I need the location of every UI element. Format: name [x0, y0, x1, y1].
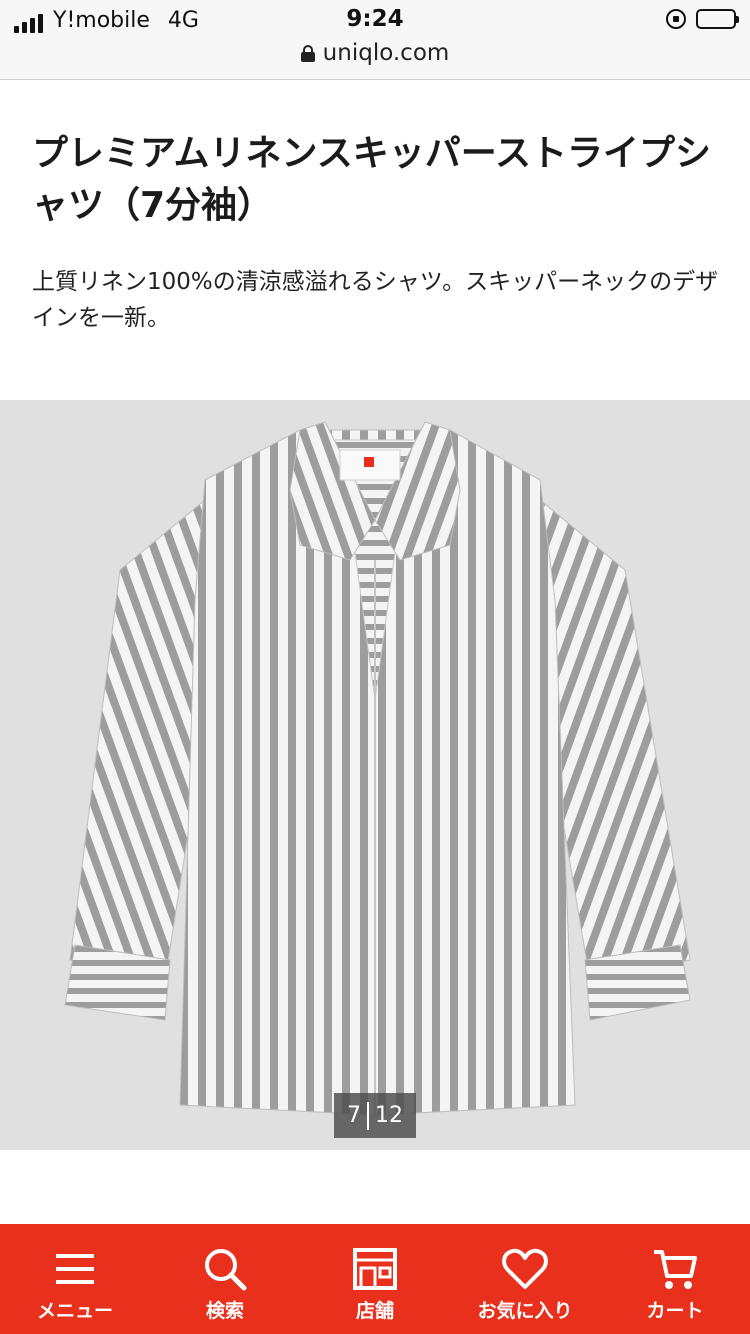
product-image-gallery[interactable] [0, 400, 750, 1150]
product-description: 上質リネン100%の清涼感溢れるシャツ。スキッパーネックのデザインを一新。 [32, 269, 719, 331]
status-bar: Y!mobile 4G 9:24 uniqlo.com [0, 0, 750, 80]
image-counter-current: 7 [347, 1103, 361, 1128]
nav-item-menu[interactable]: メニュー [0, 1224, 150, 1334]
status-right [666, 9, 739, 29]
striped-shirt-image [64, 421, 691, 1116]
nav-label-search: 検索 [205, 1300, 244, 1322]
store-icon [353, 1248, 397, 1290]
image-counter-total: 12 [375, 1103, 403, 1128]
rotation-lock-icon [666, 9, 686, 29]
search-icon [205, 1249, 247, 1291]
nav-label-cart: カート [646, 1300, 704, 1322]
image-counter-separator [367, 1101, 369, 1130]
product-title: プレミアムリネンスキッパーストライプシャツ（7分袖） [32, 133, 711, 226]
image-counter: 7 12 [334, 1093, 416, 1138]
nav-label-menu: メニュー [36, 1300, 113, 1322]
nav-item-search[interactable]: 検索 [150, 1224, 300, 1334]
menu-icon [56, 1254, 94, 1284]
heart-icon [502, 1248, 548, 1289]
nav-item-cart[interactable]: カート [600, 1224, 750, 1334]
lock-icon [300, 45, 315, 62]
nav-item-favorites[interactable]: お気に入り [450, 1224, 600, 1334]
status-time: 9:24 [346, 6, 404, 32]
nav-item-store[interactable]: 店舗 [300, 1224, 450, 1334]
bottom-nav: メニュー 検索 店舗 お気に入り カート [0, 1224, 750, 1334]
url-bar[interactable]: uniqlo.com [0, 40, 750, 66]
nav-label-store: 店舗 [355, 1300, 394, 1322]
cart-icon [654, 1250, 697, 1289]
url-text[interactable]: uniqlo.com [323, 40, 450, 66]
nav-label-favorites: お気に入り [477, 1300, 573, 1322]
battery-icon [696, 9, 739, 29]
